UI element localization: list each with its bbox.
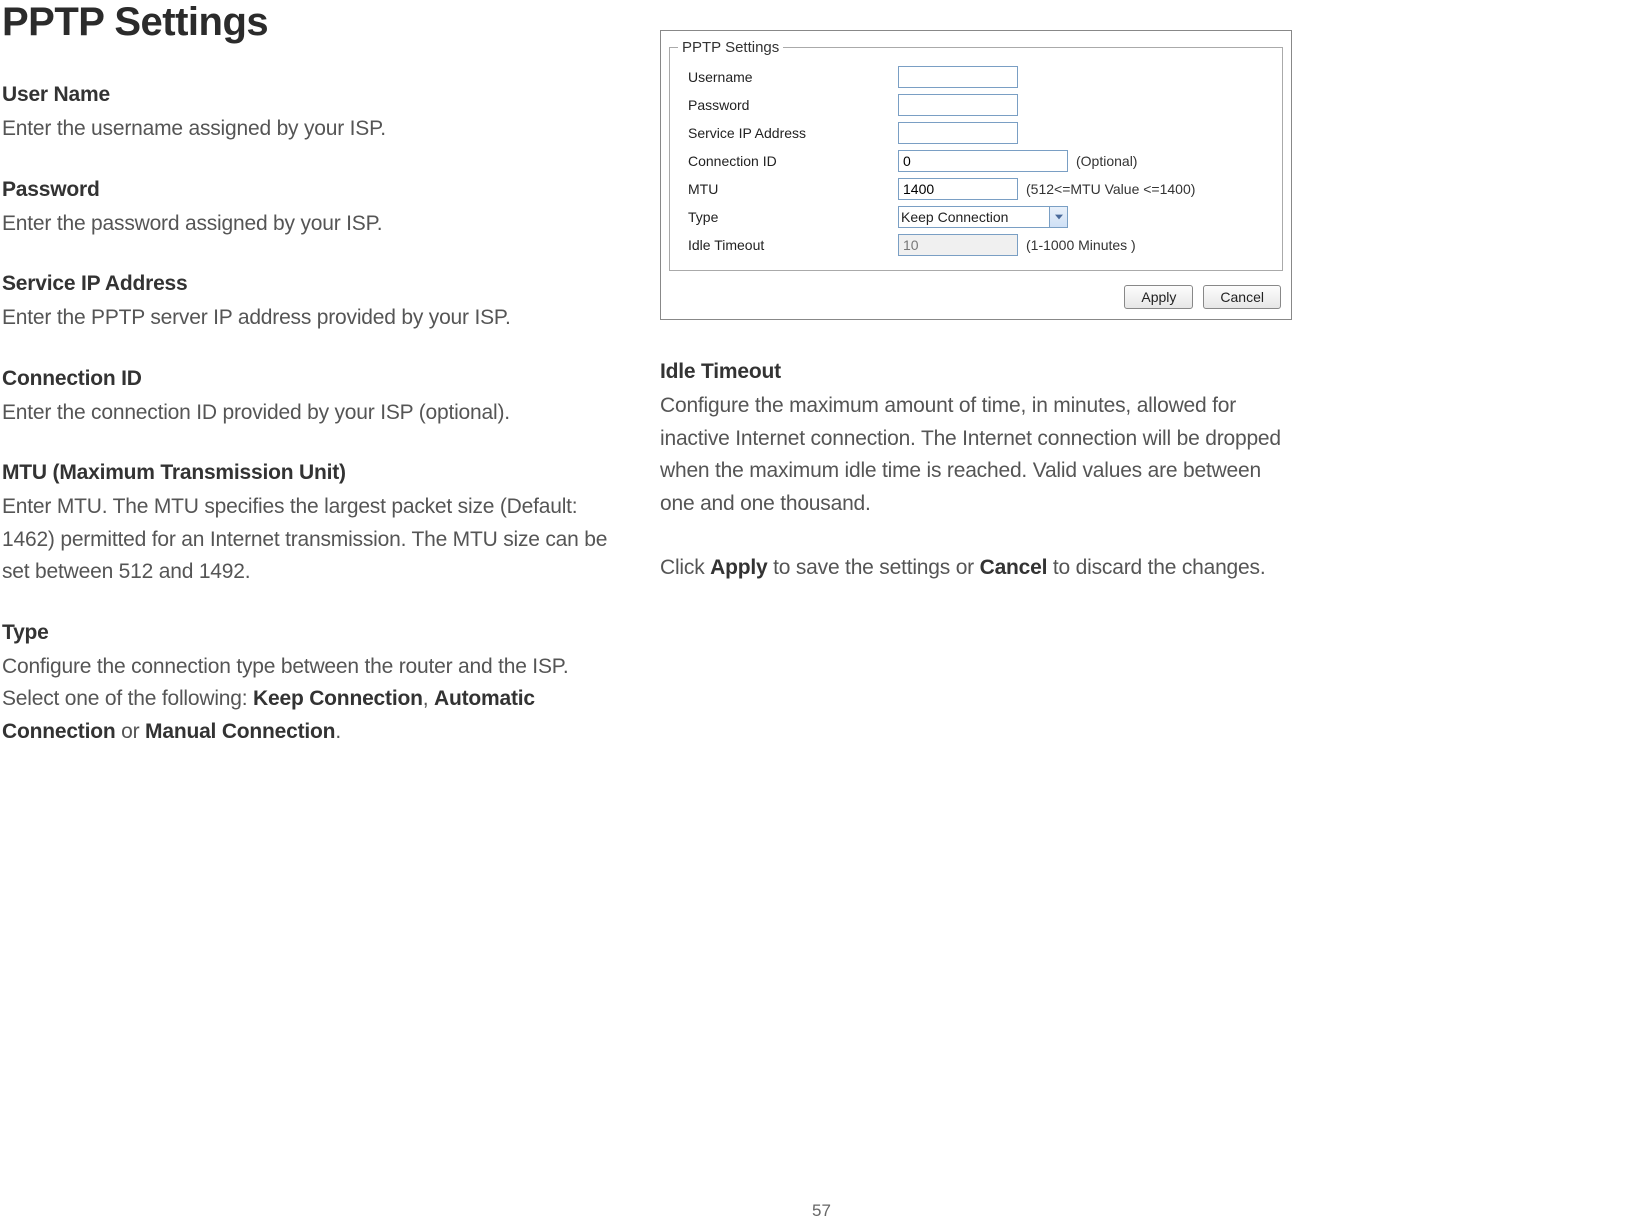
field-mtu-desc: Enter MTU. The MTU specifies the largest… [2,491,620,589]
note-mid: to save the settings or [767,556,979,579]
label-idle-timeout: Idle Timeout [678,237,898,253]
note-apply: Apply [710,556,767,579]
input-service-ip[interactable] [898,122,1018,144]
panel-button-bar: Apply Cancel [661,279,1291,319]
chevron-down-icon [1049,207,1067,227]
row-idle-timeout: Idle Timeout (1-1000 Minutes ) [678,234,1274,256]
type-sep2: or [116,720,146,743]
field-mtu: MTU (Maximum Transmission Unit) Enter MT… [2,461,620,589]
label-username: Username [678,69,898,85]
label-mtu: MTU [678,181,898,197]
field-password-title: Password [2,178,620,202]
input-idle-timeout [898,234,1018,256]
field-idle-timeout-title: Idle Timeout [660,360,1300,384]
row-type: Type Keep Connection [678,206,1274,228]
input-mtu[interactable] [898,178,1018,200]
row-username: Username [678,66,1274,88]
field-type: Type Configure the connection type betwe… [2,621,620,749]
select-type-value: Keep Connection [901,209,1008,225]
field-connection-id: Connection ID Enter the connection ID pr… [2,367,620,430]
type-tail: . [335,720,341,743]
input-password[interactable] [898,94,1018,116]
pptp-fieldset: PPTP Settings Username Password Service … [669,39,1283,271]
field-connection-id-desc: Enter the connection ID provided by your… [2,397,620,430]
page-number: 57 [0,1201,1643,1221]
field-type-title: Type [2,621,620,645]
label-connection-id: Connection ID [678,153,898,169]
note-tail: to discard the changes. [1047,556,1265,579]
page-title: PPTP Settings [2,0,620,45]
field-mtu-title: MTU (Maximum Transmission Unit) [2,461,620,485]
hint-connection-id: (Optional) [1076,153,1137,169]
field-service-ip-desc: Enter the PPTP server IP address provide… [2,302,620,335]
note-cancel: Cancel [980,556,1048,579]
type-sep1: , [423,687,434,710]
apply-button[interactable]: Apply [1124,285,1193,309]
field-idle-timeout-desc: Configure the maximum amount of time, in… [660,390,1300,520]
hint-idle-timeout: (1-1000 Minutes ) [1026,237,1136,253]
cancel-button[interactable]: Cancel [1203,285,1281,309]
type-opt-manual: Manual Connection [145,720,335,743]
label-service-ip: Service IP Address [678,125,898,141]
row-service-ip: Service IP Address [678,122,1274,144]
field-connection-id-title: Connection ID [2,367,620,391]
type-opt-keep: Keep Connection [253,687,423,710]
field-service-ip-title: Service IP Address [2,272,620,296]
note-pre: Click [660,556,710,579]
label-type: Type [678,209,898,225]
hint-mtu: (512<=MTU Value <=1400) [1026,181,1195,197]
apply-cancel-note: Click Apply to save the settings or Canc… [660,552,1300,585]
label-password: Password [678,97,898,113]
row-password: Password [678,94,1274,116]
field-idle-timeout: Idle Timeout Configure the maximum amoun… [660,360,1300,520]
input-connection-id[interactable] [898,150,1068,172]
field-password-desc: Enter the password assigned by your ISP. [2,208,620,241]
field-password: Password Enter the password assigned by … [2,178,620,241]
input-username[interactable] [898,66,1018,88]
field-username-title: User Name [2,83,620,107]
field-type-desc: Configure the connection type between th… [2,651,620,749]
row-connection-id: Connection ID (Optional) [678,150,1274,172]
field-username: User Name Enter the username assigned by… [2,83,620,146]
field-service-ip: Service IP Address Enter the PPTP server… [2,272,620,335]
select-type[interactable]: Keep Connection [898,206,1068,228]
field-username-desc: Enter the username assigned by your ISP. [2,113,620,146]
screenshot-panel: PPTP Settings Username Password Service … [660,30,1292,320]
fieldset-legend: PPTP Settings [678,39,783,56]
row-mtu: MTU (512<=MTU Value <=1400) [678,178,1274,200]
